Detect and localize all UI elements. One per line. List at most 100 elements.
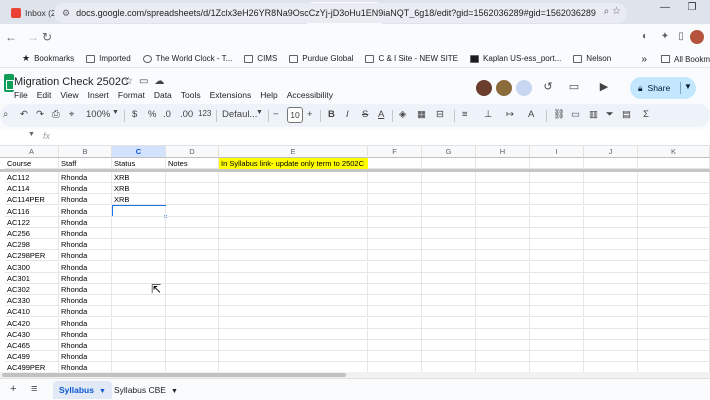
menu-view[interactable]: View	[60, 90, 78, 100]
cell[interactable]	[476, 183, 530, 195]
sidepanel-icon[interactable]: ▯	[673, 29, 689, 45]
cell[interactable]	[476, 158, 530, 169]
cell[interactable]	[422, 194, 476, 206]
cell[interactable]	[112, 295, 166, 307]
menu-data[interactable]: Data	[154, 90, 172, 100]
decrease-decimal-button[interactable]: .0	[163, 109, 171, 120]
cell[interactable]	[112, 261, 166, 273]
number-format-button[interactable]: 123	[198, 109, 211, 118]
menu-insert[interactable]: Insert	[88, 90, 109, 100]
staff-cell[interactable]: Rhonda	[59, 317, 112, 329]
bookmark-folder[interactable]: Purdue Global	[289, 54, 353, 63]
cell[interactable]	[638, 158, 710, 169]
cell[interactable]	[476, 340, 530, 351]
cell[interactable]	[422, 183, 476, 195]
font-select[interactable]: Defaul...	[222, 109, 257, 120]
cell[interactable]	[112, 351, 166, 363]
cell[interactable]	[476, 194, 530, 206]
extensions-puzzle-icon[interactable]: ✦	[657, 29, 673, 45]
cell[interactable]	[422, 205, 476, 217]
cell[interactable]	[166, 306, 219, 318]
cell[interactable]	[422, 272, 476, 284]
course-cell[interactable]: AC122	[5, 216, 59, 228]
cell[interactable]	[219, 250, 368, 262]
cell[interactable]	[166, 272, 219, 284]
cell[interactable]	[368, 317, 422, 329]
menu-edit[interactable]: Edit	[37, 90, 52, 100]
course-cell[interactable]: AC410	[5, 306, 59, 318]
cell[interactable]	[638, 284, 710, 295]
omnibox[interactable]: ⚙ docs.google.com/spreadsheets/d/1Zclx3e…	[54, 3, 627, 23]
cell[interactable]	[166, 351, 219, 363]
cell[interactable]	[422, 295, 476, 307]
staff-cell[interactable]: Rhonda	[59, 216, 112, 228]
cell[interactable]	[638, 362, 710, 372]
staff-cell[interactable]: Rhonda	[59, 284, 112, 295]
menu-accessibility[interactable]: Accessibility	[287, 90, 333, 100]
cell[interactable]	[368, 306, 422, 318]
header-cell[interactable]: Status	[112, 158, 166, 169]
cell[interactable]	[219, 328, 368, 340]
cell[interactable]	[476, 205, 530, 217]
cell[interactable]	[476, 284, 530, 295]
url-text[interactable]: docs.google.com/spreadsheets/d/1Zclx3eH2…	[76, 8, 596, 18]
staff-cell[interactable]: Rhonda	[59, 295, 112, 307]
cell[interactable]	[219, 239, 368, 251]
course-cell[interactable]: AC301	[5, 272, 59, 284]
cell[interactable]	[584, 158, 638, 169]
course-cell[interactable]: AC499	[5, 351, 59, 363]
note-cell-e1[interactable]: In Syllabus link- update only term to 25…	[219, 158, 368, 169]
reload-icon[interactable]: ↻	[36, 30, 58, 44]
cell[interactable]	[584, 183, 638, 195]
header-cell[interactable]: Staff	[59, 158, 112, 169]
menu-help[interactable]: Help	[260, 90, 277, 100]
scrollbar-thumb[interactable]	[2, 373, 346, 377]
cell[interactable]	[112, 340, 166, 351]
cell[interactable]	[422, 261, 476, 273]
chart-icon[interactable]: ▥	[589, 109, 598, 120]
cell[interactable]	[112, 216, 166, 228]
cell[interactable]	[530, 205, 584, 217]
cell[interactable]	[530, 239, 584, 251]
cell[interactable]	[530, 328, 584, 340]
cell[interactable]	[166, 250, 219, 262]
text-wrap-icon[interactable]: ↦	[506, 109, 514, 120]
cell[interactable]	[112, 228, 166, 239]
font-size-increase[interactable]: +	[307, 109, 313, 120]
comment-add-icon[interactable]: ▭	[571, 109, 580, 120]
cell[interactable]	[530, 351, 584, 363]
bookmarks-overflow-icon[interactable]: »	[641, 54, 647, 65]
staff-cell[interactable]: Rhonda	[59, 183, 112, 195]
bold-button[interactable]: B	[328, 109, 335, 120]
cell[interactable]	[530, 172, 584, 183]
cell[interactable]	[476, 250, 530, 262]
cell[interactable]	[166, 328, 219, 340]
cell[interactable]	[219, 317, 368, 329]
cell[interactable]	[368, 295, 422, 307]
menu-tools[interactable]: Tools	[181, 90, 201, 100]
cell[interactable]	[166, 261, 219, 273]
cell[interactable]	[422, 239, 476, 251]
bookmark-folder[interactable]: Nelson	[573, 54, 611, 63]
staff-cell[interactable]: Rhonda	[59, 340, 112, 351]
cell[interactable]	[530, 306, 584, 318]
document-title[interactable]: Migration Check 2502C	[14, 76, 129, 88]
cell[interactable]	[219, 261, 368, 273]
staff-cell[interactable]: Rhonda	[59, 205, 112, 217]
cell[interactable]	[530, 340, 584, 351]
course-cell[interactable]: AC298PER	[5, 250, 59, 262]
course-cell[interactable]: AC302	[5, 284, 59, 295]
column-header-d[interactable]: D	[166, 146, 219, 158]
column-header-b[interactable]: B	[59, 146, 112, 158]
course-cell[interactable]: AC420	[5, 317, 59, 329]
cell[interactable]	[584, 250, 638, 262]
fill-color-icon[interactable]: ◈	[399, 109, 406, 120]
meet-icon[interactable]: ▶	[596, 80, 612, 93]
chevron-down-icon[interactable]: ▼	[256, 109, 263, 116]
collaborator-avatar[interactable]	[496, 80, 512, 96]
cell[interactable]	[422, 340, 476, 351]
cell[interactable]	[530, 317, 584, 329]
profile-avatar[interactable]	[690, 30, 704, 44]
cell[interactable]	[476, 272, 530, 284]
cell[interactable]	[112, 250, 166, 262]
